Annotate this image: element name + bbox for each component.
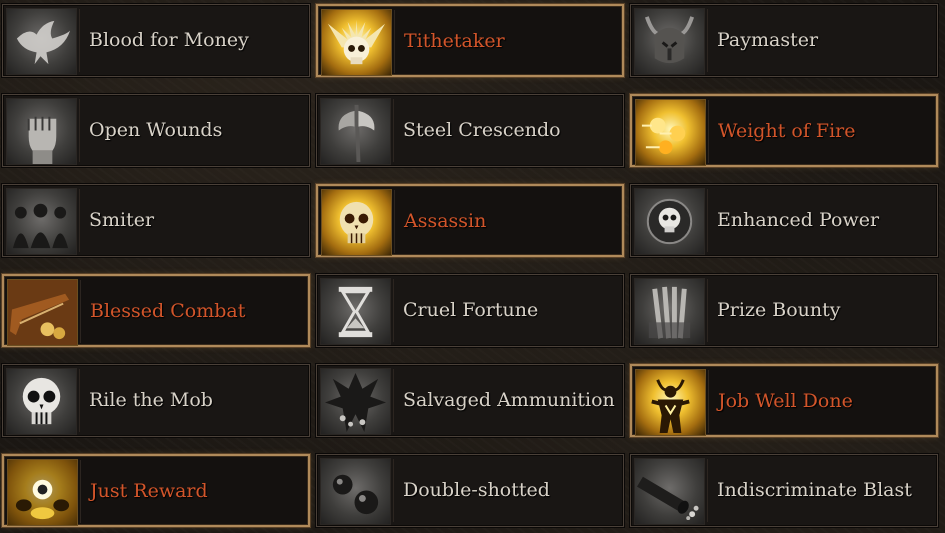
winged-skull-icon xyxy=(321,9,392,76)
perk-card-salvaged-ammunition[interactable]: Salvaged Ammunition xyxy=(316,364,624,437)
perk-label: Blood for Money xyxy=(89,29,249,51)
perk-label: Blessed Combat xyxy=(90,300,246,322)
axe-icon xyxy=(320,98,391,165)
perk-label: Prize Bounty xyxy=(717,299,841,321)
perk-card-smiter[interactable]: Smiter xyxy=(2,184,310,257)
perk-divider xyxy=(707,279,708,342)
perk-label: Job Well Done xyxy=(718,390,853,412)
perk-card-enhanced-power[interactable]: Enhanced Power xyxy=(630,184,938,257)
perk-card-steel-crescendo[interactable]: Steel Crescendo xyxy=(316,94,624,167)
cannon-barrel-icon xyxy=(634,458,705,525)
perk-label: Tithetaker xyxy=(404,30,505,52)
perk-label: Salvaged Ammunition xyxy=(403,389,615,411)
horned-helmet-icon xyxy=(634,8,705,75)
perk-label: Indiscriminate Blast xyxy=(717,479,912,501)
perk-divider xyxy=(707,189,708,252)
perk-label: Weight of Fire xyxy=(718,120,856,142)
perk-card-weight-of-fire[interactable]: Weight of Fire xyxy=(630,94,938,167)
perk-card-tithetaker[interactable]: Tithetaker xyxy=(316,4,624,77)
perk-divider xyxy=(79,99,80,162)
perk-label: Cruel Fortune xyxy=(403,299,539,321)
perk-label: Steel Crescendo xyxy=(403,119,561,141)
perk-card-blessed-combat[interactable]: Blessed Combat xyxy=(2,274,310,347)
perk-card-blood-for-money[interactable]: Blood for Money xyxy=(2,4,310,77)
demon-icon xyxy=(320,368,391,435)
perk-card-prize-bounty[interactable]: Prize Bounty xyxy=(630,274,938,347)
perk-label: Double-shotted xyxy=(403,479,550,501)
perk-label: Smiter xyxy=(89,209,155,231)
perk-divider xyxy=(394,10,395,73)
perk-divider xyxy=(79,369,80,432)
perk-card-indiscriminate-blast[interactable]: Indiscriminate Blast xyxy=(630,454,938,527)
fist-icon xyxy=(6,98,77,165)
perk-card-cruel-fortune[interactable]: Cruel Fortune xyxy=(316,274,624,347)
perk-label: Rile the Mob xyxy=(89,389,213,411)
perk-label: Open Wounds xyxy=(89,119,223,141)
golden-treasure-icon xyxy=(7,459,78,526)
perk-divider xyxy=(393,99,394,162)
hourglass-icon xyxy=(320,278,391,345)
perk-label: Assassin xyxy=(404,210,487,232)
perk-divider xyxy=(708,100,709,163)
perk-divider xyxy=(708,370,709,433)
skull-icon xyxy=(6,368,77,435)
scrolls-icon xyxy=(634,278,705,345)
perk-card-double-shotted[interactable]: Double-shotted xyxy=(316,454,624,527)
perk-card-job-well-done[interactable]: Job Well Done xyxy=(630,364,938,437)
perk-divider xyxy=(707,9,708,72)
perk-divider xyxy=(393,459,394,522)
perk-divider xyxy=(393,279,394,342)
cannonballs-icon xyxy=(320,458,391,525)
perk-label: Just Reward xyxy=(90,480,208,502)
dove-icon xyxy=(6,8,77,75)
flintlock-icon xyxy=(7,279,78,346)
perk-card-just-reward[interactable]: Just Reward xyxy=(2,454,310,527)
perk-divider xyxy=(80,280,81,343)
perk-divider xyxy=(79,189,80,252)
perk-divider xyxy=(393,369,394,432)
shadow-figures-icon xyxy=(6,188,77,255)
skull-circle-icon xyxy=(634,188,705,255)
perk-divider xyxy=(80,460,81,523)
perk-card-paymaster[interactable]: Paymaster xyxy=(630,4,938,77)
fire-orbs-icon xyxy=(635,99,706,166)
perk-grid: Blood for Money Tithetaker Paymaster Open W… xyxy=(0,0,945,533)
perk-card-open-wounds[interactable]: Open Wounds xyxy=(2,94,310,167)
perk-divider xyxy=(394,190,395,253)
horned-figure-icon xyxy=(635,369,706,436)
perk-label: Enhanced Power xyxy=(717,209,880,231)
perk-divider xyxy=(707,459,708,522)
perk-card-assassin[interactable]: Assassin xyxy=(316,184,624,257)
perk-divider xyxy=(79,9,80,72)
perk-label: Paymaster xyxy=(717,29,819,51)
perk-card-rile-the-mob[interactable]: Rile the Mob xyxy=(2,364,310,437)
glowing-skull-icon xyxy=(321,189,392,256)
